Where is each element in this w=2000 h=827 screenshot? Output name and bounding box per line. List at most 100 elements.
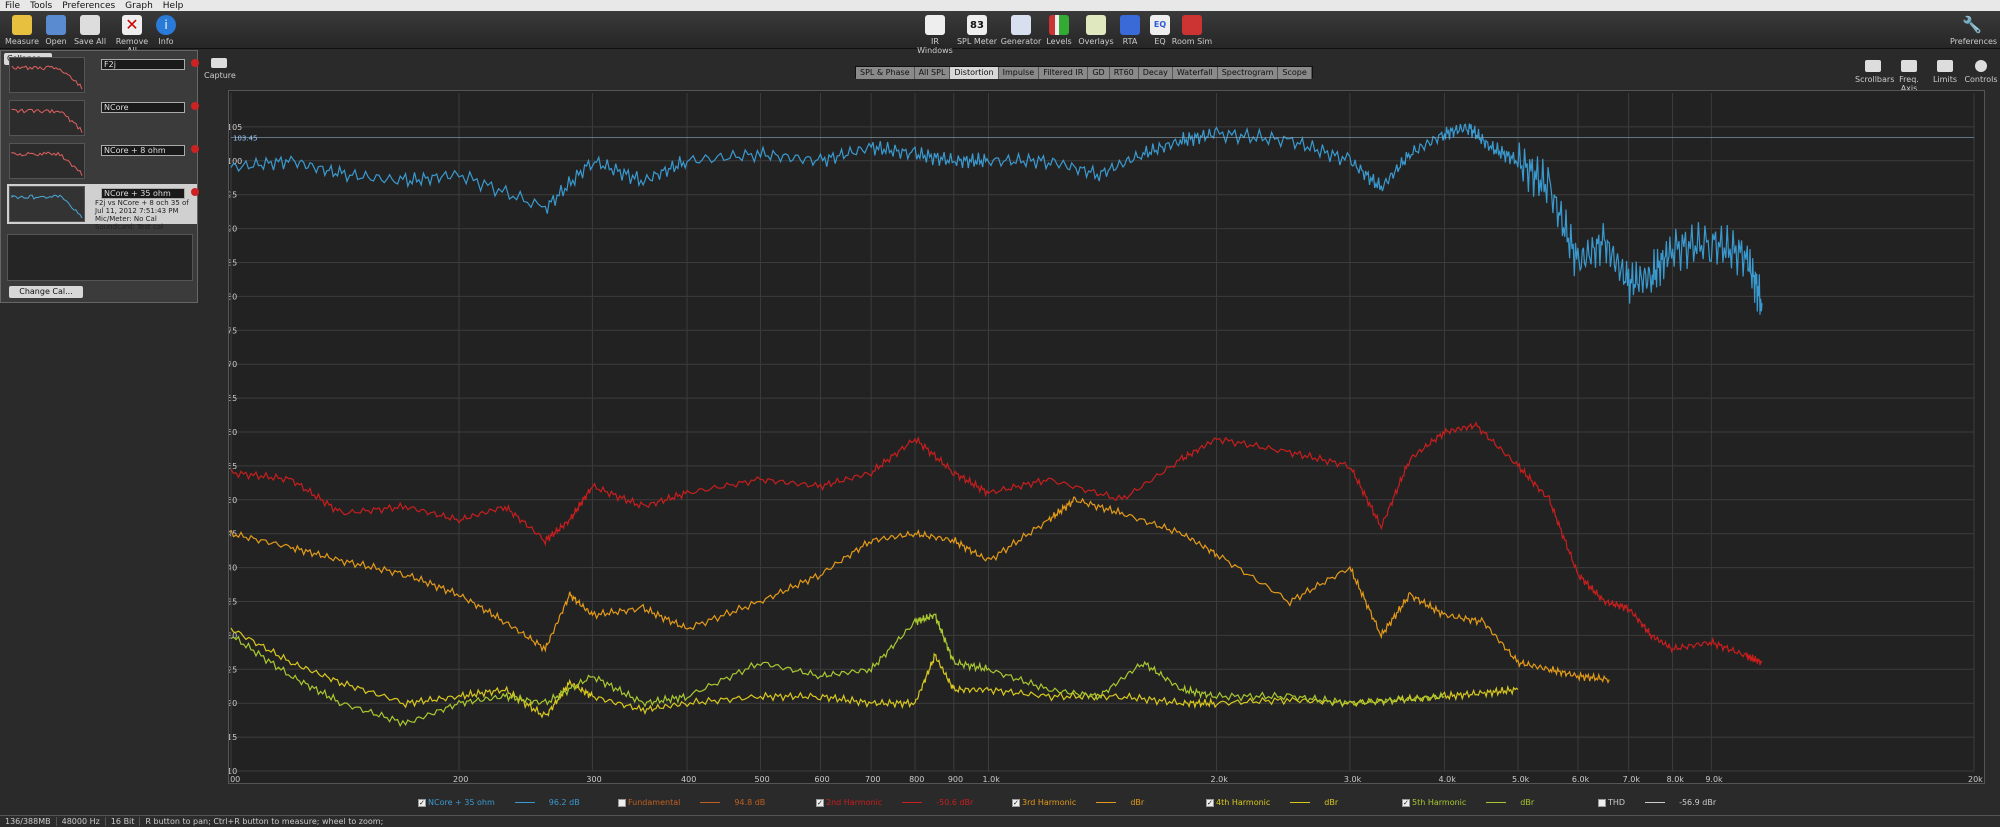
- legend-label: Fundamental: [628, 798, 680, 807]
- tab-all-spl[interactable]: All SPL: [915, 67, 951, 79]
- rta-icon: [1120, 15, 1140, 35]
- hint-status: R button to pan; Ctrl+R button to measur…: [140, 817, 388, 826]
- legend-item[interactable]: ✓ 2nd Harmonic -50.6 dBr: [816, 798, 973, 807]
- measurements-panel: Collapse F2j NCore NCore + 8 ohm NCore +…: [0, 50, 198, 303]
- checkbox[interactable]: ✓: [1206, 799, 1214, 807]
- tab-decay[interactable]: Decay: [1139, 67, 1173, 79]
- levels-icon: [1049, 15, 1069, 35]
- y-tick-label: 60: [229, 428, 237, 437]
- capture-button[interactable]: Capture: [204, 58, 234, 80]
- legend-swatch: [1645, 802, 1665, 803]
- preferences-button[interactable]: 🔧 Preferences: [1950, 13, 1994, 46]
- legend-value: 94.8 dB: [734, 798, 765, 807]
- y-tick-label: 90: [229, 225, 237, 234]
- legend-item[interactable]: Fundamental 94.8 dB: [618, 798, 765, 807]
- freq-axis-icon: [1901, 60, 1917, 72]
- menu-help[interactable]: Help: [158, 1, 189, 11]
- tab-rt60[interactable]: RT60: [1110, 67, 1139, 79]
- graph-tabs: SPL & Phase All SPL Distortion Impulse Filte…: [855, 66, 1313, 78]
- legend-value: -56.9 dBr: [1679, 798, 1716, 807]
- menu-graph[interactable]: Graph: [120, 1, 158, 11]
- x-tick-label: 300: [586, 775, 601, 784]
- checkbox[interactable]: ✓: [418, 799, 426, 807]
- tab-distortion[interactable]: Distortion: [950, 67, 998, 79]
- delete-icon[interactable]: [191, 188, 199, 196]
- measurement-name-field[interactable]: NCore + 8 ohm: [101, 145, 185, 156]
- legend-item[interactable]: ✓ NCore + 35 ohm 96.2 dB: [418, 798, 580, 807]
- checkbox[interactable]: [1598, 799, 1606, 807]
- ir-windows-button[interactable]: IR Windows: [913, 13, 957, 55]
- measurement-item[interactable]: NCore: [7, 98, 197, 138]
- limits-button[interactable]: Limits: [1927, 58, 1963, 93]
- memory-status: 136/388MB: [0, 817, 57, 826]
- y-tick-label: 15: [229, 733, 237, 742]
- legend-swatch: [700, 802, 720, 803]
- spl-meter-icon: 83: [967, 15, 987, 35]
- legend-label: 4th Harmonic: [1216, 798, 1270, 807]
- menu-preferences[interactable]: Preferences: [57, 1, 120, 11]
- y-tick-label: 75: [229, 326, 237, 335]
- legend-item[interactable]: ✓ 5th Harmonic dBr: [1402, 798, 1534, 807]
- y-tick-label: 80: [229, 292, 237, 301]
- cursor-value: 103.45: [233, 134, 258, 142]
- measurement-item[interactable]: NCore + 8 ohm: [7, 141, 197, 181]
- room-sim-button[interactable]: Room Sim: [1170, 13, 1214, 46]
- delete-icon[interactable]: [191, 145, 199, 153]
- spl-meter-button[interactable]: 83 SPL Meter: [955, 13, 999, 46]
- legend-label: 5th Harmonic: [1412, 798, 1466, 807]
- x-tick-label: 600: [814, 775, 829, 784]
- tab-spectrogram[interactable]: Spectrogram: [1218, 67, 1279, 79]
- checkbox[interactable]: ✓: [1012, 799, 1020, 807]
- checkbox[interactable]: ✓: [816, 799, 824, 807]
- menu-bar: File Tools Preferences Graph Help: [0, 0, 2000, 11]
- generator-icon: [1011, 15, 1031, 35]
- controls-button[interactable]: Controls: [1963, 58, 1999, 93]
- measurement-name-field[interactable]: NCore: [101, 102, 185, 113]
- measurement-item[interactable]: F2j: [7, 55, 197, 95]
- measurement-name-field[interactable]: NCore + 35 ohm: [101, 188, 185, 199]
- checkbox[interactable]: ✓: [1402, 799, 1410, 807]
- y-tick-label: 65: [229, 394, 237, 403]
- tab-scope[interactable]: Scope: [1278, 67, 1311, 79]
- legend-swatch: [1096, 802, 1116, 803]
- freq-axis-button[interactable]: Freq. Axis: [1891, 58, 1927, 93]
- legend-swatch: [1486, 802, 1506, 803]
- y-tick-label: 35: [229, 598, 237, 607]
- change-cal-button[interactable]: Change Cal...: [9, 286, 83, 298]
- remove-all-icon: ✕: [122, 15, 142, 35]
- info-button[interactable]: i Info: [144, 13, 188, 46]
- tab-impulse[interactable]: Impulse: [999, 67, 1040, 79]
- y-tick-label: 70: [229, 360, 237, 369]
- legend-item[interactable]: ✓ 4th Harmonic dBr: [1206, 798, 1338, 807]
- legend-label: THD: [1608, 798, 1625, 807]
- x-tick-label: 7.0k: [1623, 775, 1641, 784]
- graph-svg[interactable]: 1015202530354045505560657075808590951001…: [229, 91, 1986, 785]
- measurement-name-field[interactable]: F2j: [101, 59, 185, 70]
- menu-tools[interactable]: Tools: [25, 1, 57, 11]
- x-tick-label: 500: [754, 775, 769, 784]
- measurement-item-selected[interactable]: NCore + 35 ohm F2j vs NCore + 8 och 35 o…: [7, 184, 197, 224]
- legend-value: dBr: [1324, 798, 1338, 807]
- scrollbars-button[interactable]: Scrollbars: [1855, 58, 1891, 93]
- series-line-3rd-harmonic: [231, 497, 1609, 682]
- open-icon: [46, 15, 66, 35]
- checkbox[interactable]: [618, 799, 626, 807]
- x-tick-label: 3.0k: [1344, 775, 1362, 784]
- tab-spl-phase[interactable]: SPL & Phase: [856, 67, 915, 79]
- sample-rate-status: 48000 Hz: [57, 817, 106, 826]
- x-tick-label: 700: [865, 775, 880, 784]
- tab-waterfall[interactable]: Waterfall: [1173, 67, 1218, 79]
- measurement-thumbnail: [9, 143, 85, 179]
- legend-item[interactable]: ✓ 3rd Harmonic dBr: [1012, 798, 1144, 807]
- legend-label: 2nd Harmonic: [826, 798, 882, 807]
- menu-file[interactable]: File: [0, 1, 25, 11]
- y-tick-label: 95: [229, 191, 237, 200]
- notes-box[interactable]: [7, 234, 193, 281]
- save-all-button[interactable]: Save All: [68, 13, 112, 46]
- distortion-graph[interactable]: 1015202530354045505560657075808590951001…: [228, 90, 1985, 784]
- delete-icon[interactable]: [191, 102, 199, 110]
- tab-filtered-ir[interactable]: Filtered IR: [1039, 67, 1088, 79]
- tab-gd[interactable]: GD: [1088, 67, 1109, 79]
- legend-item[interactable]: THD -56.9 dBr: [1598, 798, 1716, 807]
- delete-icon[interactable]: [191, 59, 199, 67]
